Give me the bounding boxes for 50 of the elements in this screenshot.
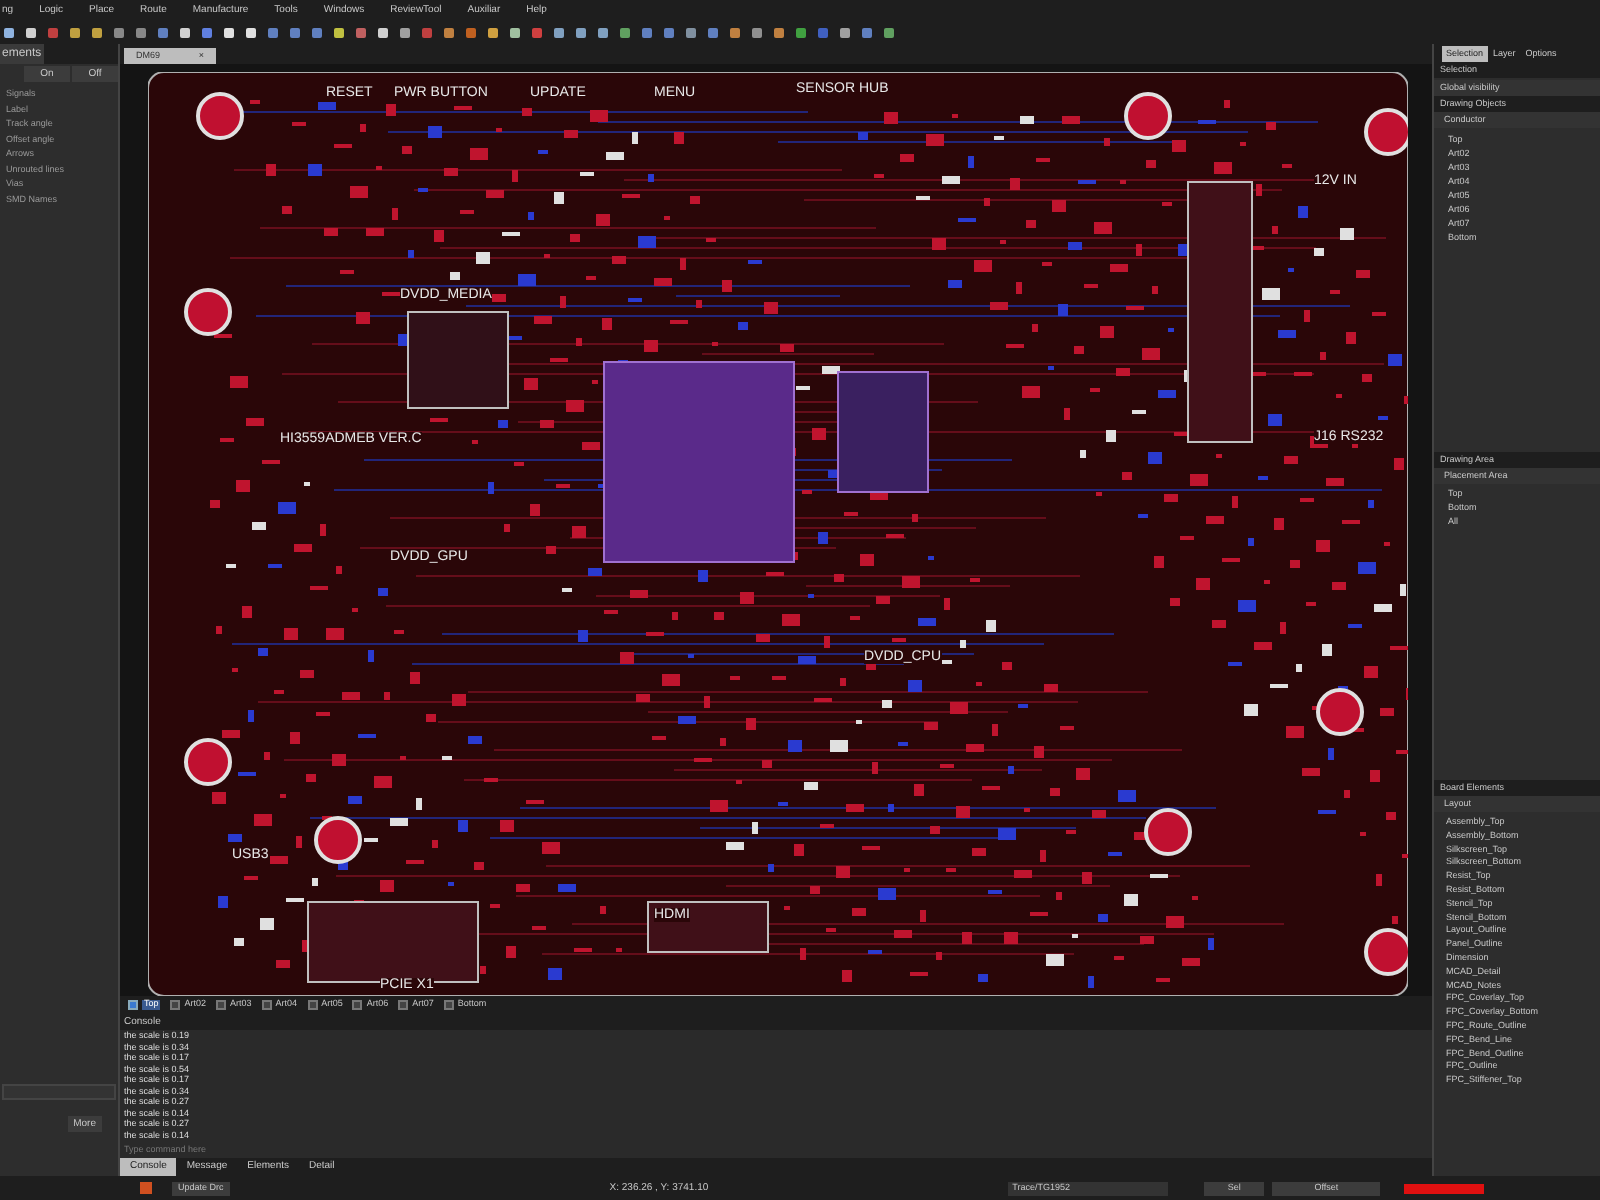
tool-icon[interactable] <box>532 28 542 38</box>
tool-icon[interactable] <box>48 28 58 38</box>
tool-icon[interactable] <box>70 28 80 38</box>
tool-icon[interactable] <box>466 28 476 38</box>
tool-icon[interactable] <box>752 28 762 38</box>
tool-icon[interactable] <box>400 28 410 38</box>
tool-icon[interactable] <box>620 28 630 38</box>
layer-checkbox[interactable] <box>170 999 181 1010</box>
tool-icon[interactable] <box>730 28 740 38</box>
tool-icon[interactable] <box>774 28 784 38</box>
tool-icon[interactable] <box>796 28 806 38</box>
tool-icon[interactable] <box>378 28 388 38</box>
tool-icon[interactable] <box>26 28 36 38</box>
tool-icon[interactable] <box>356 28 366 38</box>
tool-icon[interactable] <box>92 28 102 38</box>
tool-icon[interactable] <box>136 28 146 38</box>
tool-icon[interactable] <box>290 28 300 38</box>
tool-icon[interactable] <box>840 28 850 38</box>
layer-checkbox[interactable] <box>307 999 318 1010</box>
tool-icon[interactable] <box>576 28 586 38</box>
tool-icon[interactable] <box>246 28 256 38</box>
tool-icon[interactable] <box>488 28 498 38</box>
tool-icon[interactable] <box>510 28 520 38</box>
tool-icon[interactable] <box>334 28 344 38</box>
tool-icon[interactable] <box>312 28 322 38</box>
tool-icon[interactable] <box>598 28 608 38</box>
tool-icon[interactable] <box>664 28 674 38</box>
tool-icon[interactable] <box>158 28 168 38</box>
tool-icon[interactable] <box>686 28 696 38</box>
layer-checkbox[interactable] <box>261 999 272 1010</box>
tool-icon[interactable] <box>202 28 212 38</box>
tool-icon[interactable] <box>554 28 564 38</box>
tool-icon[interactable] <box>114 28 124 38</box>
tool-icon[interactable] <box>422 28 432 38</box>
layer-checkbox[interactable] <box>398 999 409 1010</box>
tool-icon[interactable] <box>444 28 454 38</box>
tool-icon[interactable] <box>708 28 718 38</box>
tool-icon[interactable] <box>862 28 872 38</box>
layer-checkbox[interactable] <box>352 999 363 1010</box>
tool-icon[interactable] <box>4 28 14 38</box>
tool-icon[interactable] <box>884 28 894 38</box>
status-indicator <box>1404 1183 1485 1193</box>
tool-icon[interactable] <box>818 28 828 38</box>
layer-checkbox[interactable] <box>128 999 138 1010</box>
tool-icon[interactable] <box>180 28 190 38</box>
layer-checkbox[interactable] <box>443 999 454 1010</box>
tool-icon[interactable] <box>642 28 652 38</box>
layer-checkbox[interactable] <box>216 999 227 1010</box>
tool-icon[interactable] <box>268 28 278 38</box>
tool-icon[interactable] <box>224 28 234 38</box>
